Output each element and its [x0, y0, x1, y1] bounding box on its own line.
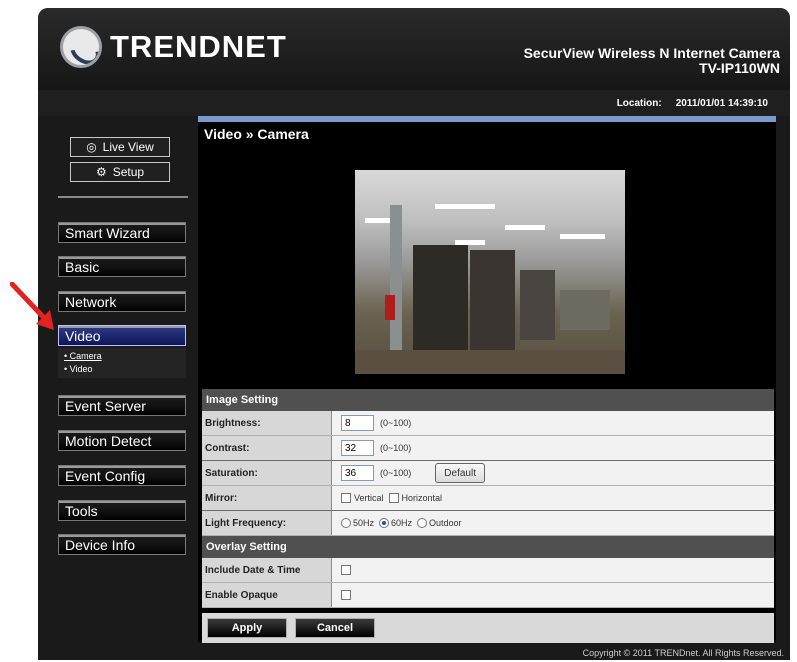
live-view-label: Live View: [102, 140, 154, 154]
opaque-label: Enable Opaque: [202, 583, 332, 607]
location-label: Location:: [616, 98, 662, 109]
setup-label: Setup: [112, 165, 145, 179]
date-time-label: Include Date & Time: [202, 558, 332, 582]
mirror-horizontal-checkbox[interactable]: [388, 493, 399, 503]
setup-button[interactable]: ⚙ Setup: [70, 162, 170, 182]
view-mode-box: [58, 121, 188, 198]
radio-outdoor-label: Outdoor: [429, 518, 462, 528]
radio-50hz[interactable]: [341, 518, 351, 528]
mirror-label: Mirror:: [202, 486, 332, 510]
video-submenu: • Camera • Video: [58, 348, 186, 378]
header: TRENDNET SecurView Wireless N Internet C…: [38, 8, 790, 90]
brightness-input[interactable]: 8: [341, 415, 374, 431]
saturation-label: Saturation:: [202, 461, 332, 485]
cancel-button[interactable]: Cancel: [295, 618, 375, 638]
saturation-row: Saturation: 36 (0~100) Default: [202, 461, 774, 486]
location-datetime: 2011/01/01 14:39:10: [675, 98, 768, 109]
opaque-checkbox[interactable]: [341, 590, 351, 600]
mirror-row: Mirror: Vertical Horizontal: [202, 486, 774, 511]
overlay-setting-header: Overlay Setting: [202, 536, 774, 558]
location-bar: Location: 2011/01/01 14:39:10: [38, 90, 790, 116]
light-frequency-label: Light Frequency:: [202, 511, 332, 535]
brightness-range: (0~100): [380, 418, 412, 428]
nav-event-config[interactable]: Event Config: [58, 465, 186, 486]
light-frequency-row: Light Frequency: 50Hz 60Hz Outdoor: [202, 511, 774, 536]
product-title: SecurView Wireless N Internet Camera TV-…: [524, 46, 780, 76]
product-name: SecurView Wireless N Internet Camera: [523, 45, 780, 61]
brightness-row: Brightness: 8 (0~100): [202, 411, 774, 436]
default-button[interactable]: Default: [435, 463, 485, 483]
opaque-row: Enable Opaque: [202, 583, 774, 608]
nav-smart-wizard[interactable]: Smart Wizard: [58, 222, 186, 243]
nav-video[interactable]: Video: [58, 325, 186, 346]
nav-event-server[interactable]: Event Server: [58, 395, 186, 416]
logo-text: TRENDNET: [110, 29, 287, 64]
date-time-row: Include Date & Time: [202, 558, 774, 583]
saturation-range: (0~100): [380, 468, 412, 478]
button-bar: Apply Cancel: [202, 613, 774, 643]
date-time-checkbox[interactable]: [341, 565, 351, 575]
image-setting-header: Image Setting: [202, 389, 774, 411]
contrast-range: (0~100): [380, 443, 412, 453]
mirror-vertical-checkbox[interactable]: [341, 493, 351, 503]
gear-icon: ⚙: [95, 165, 107, 179]
red-arrow-annotation-icon: [10, 282, 54, 330]
submenu-video[interactable]: • Video: [64, 364, 93, 374]
nav-network[interactable]: Network: [58, 291, 186, 312]
nav-tools[interactable]: Tools: [58, 500, 186, 521]
nav-motion-detect[interactable]: Motion Detect: [58, 430, 186, 451]
camera-web-ui: TRENDNET SecurView Wireless N Internet C…: [38, 8, 790, 660]
settings-form: Image Setting Brightness: 8 (0~100) Cont…: [202, 389, 774, 643]
page-title: Video » Camera: [204, 126, 309, 142]
contrast-label: Contrast:: [202, 436, 332, 460]
trendnet-logo-icon: [60, 26, 102, 68]
mirror-vertical-label: Vertical: [354, 493, 384, 503]
product-model: TV-IP110WN: [699, 60, 780, 76]
contrast-row: Contrast: 32 (0~100): [202, 436, 774, 461]
live-view-button[interactable]: ◎ Live View: [70, 137, 170, 157]
brightness-label: Brightness:: [202, 411, 332, 435]
sidebar: ◎ Live View ⚙ Setup Smart Wizard Basic N…: [58, 121, 188, 555]
radio-60hz-label: 60Hz: [391, 518, 413, 528]
camera-live-preview: [355, 170, 625, 374]
main-content: Video » Camera Image Setting Brightness:…: [198, 116, 776, 643]
radio-outdoor[interactable]: [417, 518, 428, 528]
apply-button[interactable]: Apply: [207, 618, 287, 638]
submenu-camera[interactable]: • Camera: [64, 351, 102, 361]
copyright: Copyright © 2011 TRENDnet. All Rights Re…: [582, 648, 784, 658]
location-info: Location: 2011/01/01 14:39:10: [603, 98, 768, 109]
radio-50hz-label: 50Hz: [353, 518, 375, 528]
mirror-horizontal-label: Horizontal: [401, 493, 443, 503]
saturation-input[interactable]: 36: [341, 465, 374, 481]
nav-device-info[interactable]: Device Info: [58, 534, 186, 555]
nav-basic[interactable]: Basic: [58, 256, 186, 277]
eye-icon: ◎: [86, 140, 97, 154]
radio-60hz[interactable]: [379, 518, 390, 528]
contrast-input[interactable]: 32: [341, 440, 374, 456]
trendnet-logo: TRENDNET: [60, 26, 287, 68]
